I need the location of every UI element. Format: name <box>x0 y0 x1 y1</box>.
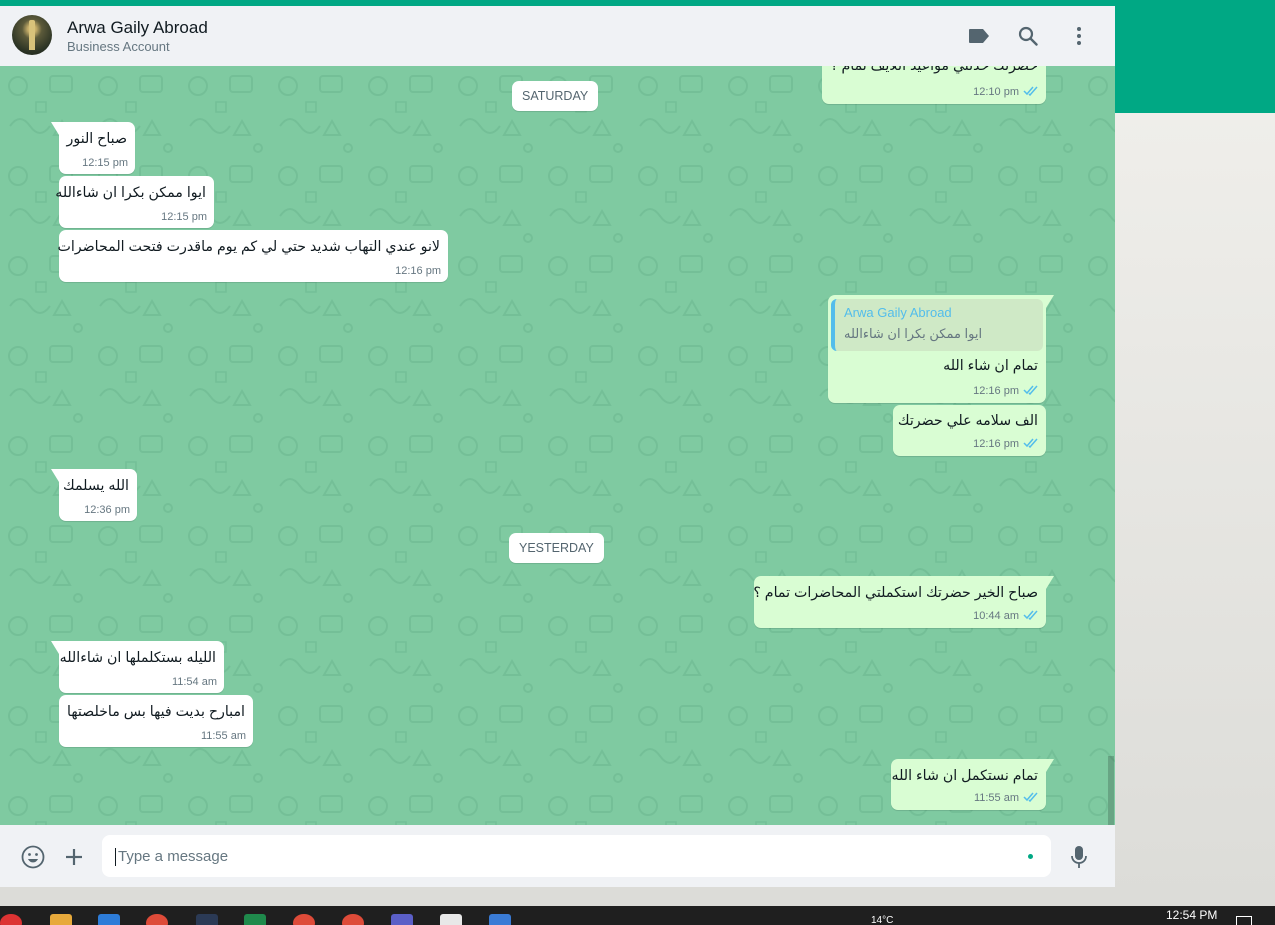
bubble-tail <box>51 122 59 135</box>
message-text: تمام نستكمل ان شاء الله <box>891 768 1038 784</box>
message-time: 11:55 am <box>974 791 1039 805</box>
message-text: لانو عندي التهاب شديد حتي لي كم يوم ماقد… <box>57 239 441 255</box>
read-ticks-icon <box>1023 609 1039 623</box>
message-input[interactable] <box>102 835 1051 877</box>
message-bubble-incoming[interactable]: الله يسلمك 12:36 pm <box>51 469 137 521</box>
message-text: ايوا ممكن بكرا ان شاءالله <box>55 185 206 201</box>
message-time: 12:15 pm <box>161 211 207 223</box>
read-ticks-icon <box>1023 85 1039 99</box>
read-ticks-icon <box>1023 437 1039 451</box>
app-taskbar-icon[interactable] <box>98 914 120 925</box>
message-bubble-outgoing[interactable]: حضرتك حدثني مواعيد اللايف تمام ؟ 12:10 p… <box>822 66 1046 104</box>
search-icon[interactable] <box>1015 23 1041 49</box>
date-divider: SATURDAY <box>512 81 599 111</box>
message-time: 12:16 pm <box>395 265 441 277</box>
taskbar-clock[interactable]: 12:54 PM <box>1166 908 1217 922</box>
menu-icon[interactable] <box>1066 23 1092 49</box>
message-bubble-incoming[interactable]: صباح النور 12:15 pm <box>51 122 135 174</box>
message-bubble-incoming[interactable]: ايوا ممكن بكرا ان شاءالله 12:15 pm <box>55 176 214 228</box>
weather-readout[interactable]: 14°C <box>871 915 893 925</box>
desktop-background <box>1115 113 1275 906</box>
teams-taskbar-icon[interactable] <box>391 914 413 925</box>
read-ticks-icon <box>1023 384 1039 398</box>
message-time: 12:10 pm <box>973 85 1039 99</box>
quoted-message[interactable]: Arwa Gaily Abroad ايوا ممكن بكرا ان شاءا… <box>831 299 1043 351</box>
microphone-icon[interactable] <box>1066 844 1092 870</box>
message-time: 12:15 pm <box>82 157 128 169</box>
message-text: صباح النور <box>66 131 127 147</box>
os-taskbar: 14°C 12:54 PM <box>0 906 1275 925</box>
app-taskbar-icon[interactable] <box>196 914 218 925</box>
message-text: الف سلامه علي حضرتك <box>897 413 1038 429</box>
message-bubble-incoming[interactable]: لانو عندي التهاب شديد حتي لي كم يوم ماقد… <box>57 230 448 282</box>
message-text: الليله بستكلملها ان شاءالله <box>59 650 216 666</box>
chrome-taskbar-icon[interactable] <box>342 914 364 925</box>
label-icon[interactable] <box>966 23 992 49</box>
contact-avatar[interactable] <box>12 15 52 55</box>
message-time: 11:54 am <box>171 676 217 688</box>
chat-scrollbar-thumb[interactable] <box>1108 756 1114 825</box>
bubble-tail <box>1046 576 1054 589</box>
message-bubble-outgoing[interactable]: صباح الخير حضرتك استكملتي المحاضرات تمام… <box>753 576 1054 628</box>
message-time: 11:55 am <box>200 730 246 742</box>
bubble-tail <box>51 641 59 654</box>
bubble-tail <box>1046 759 1054 772</box>
message-bubble-outgoing[interactable]: تمام نستكمل ان شاء الله 11:55 am <box>891 759 1054 810</box>
message-time: 10:44 am <box>973 609 1039 623</box>
date-divider: YESTERDAY <box>509 533 604 563</box>
message-time: 12:16 pm <box>973 384 1039 398</box>
excel-taskbar-icon[interactable] <box>244 914 266 925</box>
message-list[interactable]: حضرتك حدثني مواعيد اللايف تمام ؟ 12:10 p… <box>0 66 1115 825</box>
notification-icon[interactable] <box>1236 916 1252 925</box>
chrome-taskbar-icon[interactable] <box>293 914 315 925</box>
text-caret <box>115 848 116 866</box>
contact-subtitle: Business Account <box>67 39 170 54</box>
drive-taskbar-icon[interactable] <box>50 914 72 925</box>
message-time: 12:36 pm <box>84 504 130 516</box>
status-dot <box>1028 854 1033 859</box>
attach-plus-icon[interactable] <box>61 844 87 870</box>
message-bubble-incoming[interactable]: الليله بستكلملها ان شاءالله 11:54 am <box>51 641 224 693</box>
message-bubble-outgoing-reply[interactable]: Arwa Gaily Abroad ايوا ممكن بكرا ان شاءا… <box>828 295 1054 403</box>
message-text: الله يسلمك <box>63 478 129 494</box>
calculator-taskbar-icon[interactable] <box>489 914 511 925</box>
bubble-tail <box>51 469 59 482</box>
whatsapp-window: Arwa Gaily Abroad Business Account حضرتك… <box>0 6 1115 887</box>
composer-bar <box>0 825 1115 887</box>
pdf-taskbar-icon[interactable] <box>440 914 462 925</box>
chrome-taskbar-icon[interactable] <box>0 914 22 925</box>
message-bubble-incoming[interactable]: امبارح بديت فيها بس ماخلصتها 11:55 am <box>59 695 253 747</box>
quoted-sender: Arwa Gaily Abroad <box>844 305 952 320</box>
message-text: تمام ان شاء الله <box>943 358 1038 374</box>
bubble-tail <box>1046 295 1054 308</box>
emoji-icon[interactable] <box>20 844 46 870</box>
contact-name[interactable]: Arwa Gaily Abroad <box>67 18 208 38</box>
message-time: 12:16 pm <box>973 437 1039 451</box>
message-text: حضرتك حدثني مواعيد اللايف تمام ؟ <box>829 66 1038 74</box>
side-accent-panel <box>1115 6 1275 113</box>
message-bubble-outgoing[interactable]: الف سلامه علي حضرتك 12:16 pm <box>893 405 1046 456</box>
message-text: امبارح بديت فيها بس ماخلصتها <box>67 704 245 720</box>
read-ticks-icon <box>1023 791 1039 805</box>
chat-header[interactable]: Arwa Gaily Abroad Business Account <box>0 6 1115 67</box>
quoted-text: ايوا ممكن بكرا ان شاءالله <box>844 326 983 341</box>
chrome-taskbar-icon[interactable] <box>146 914 168 925</box>
message-text: صباح الخير حضرتك استكملتي المحاضرات تمام… <box>753 585 1038 601</box>
